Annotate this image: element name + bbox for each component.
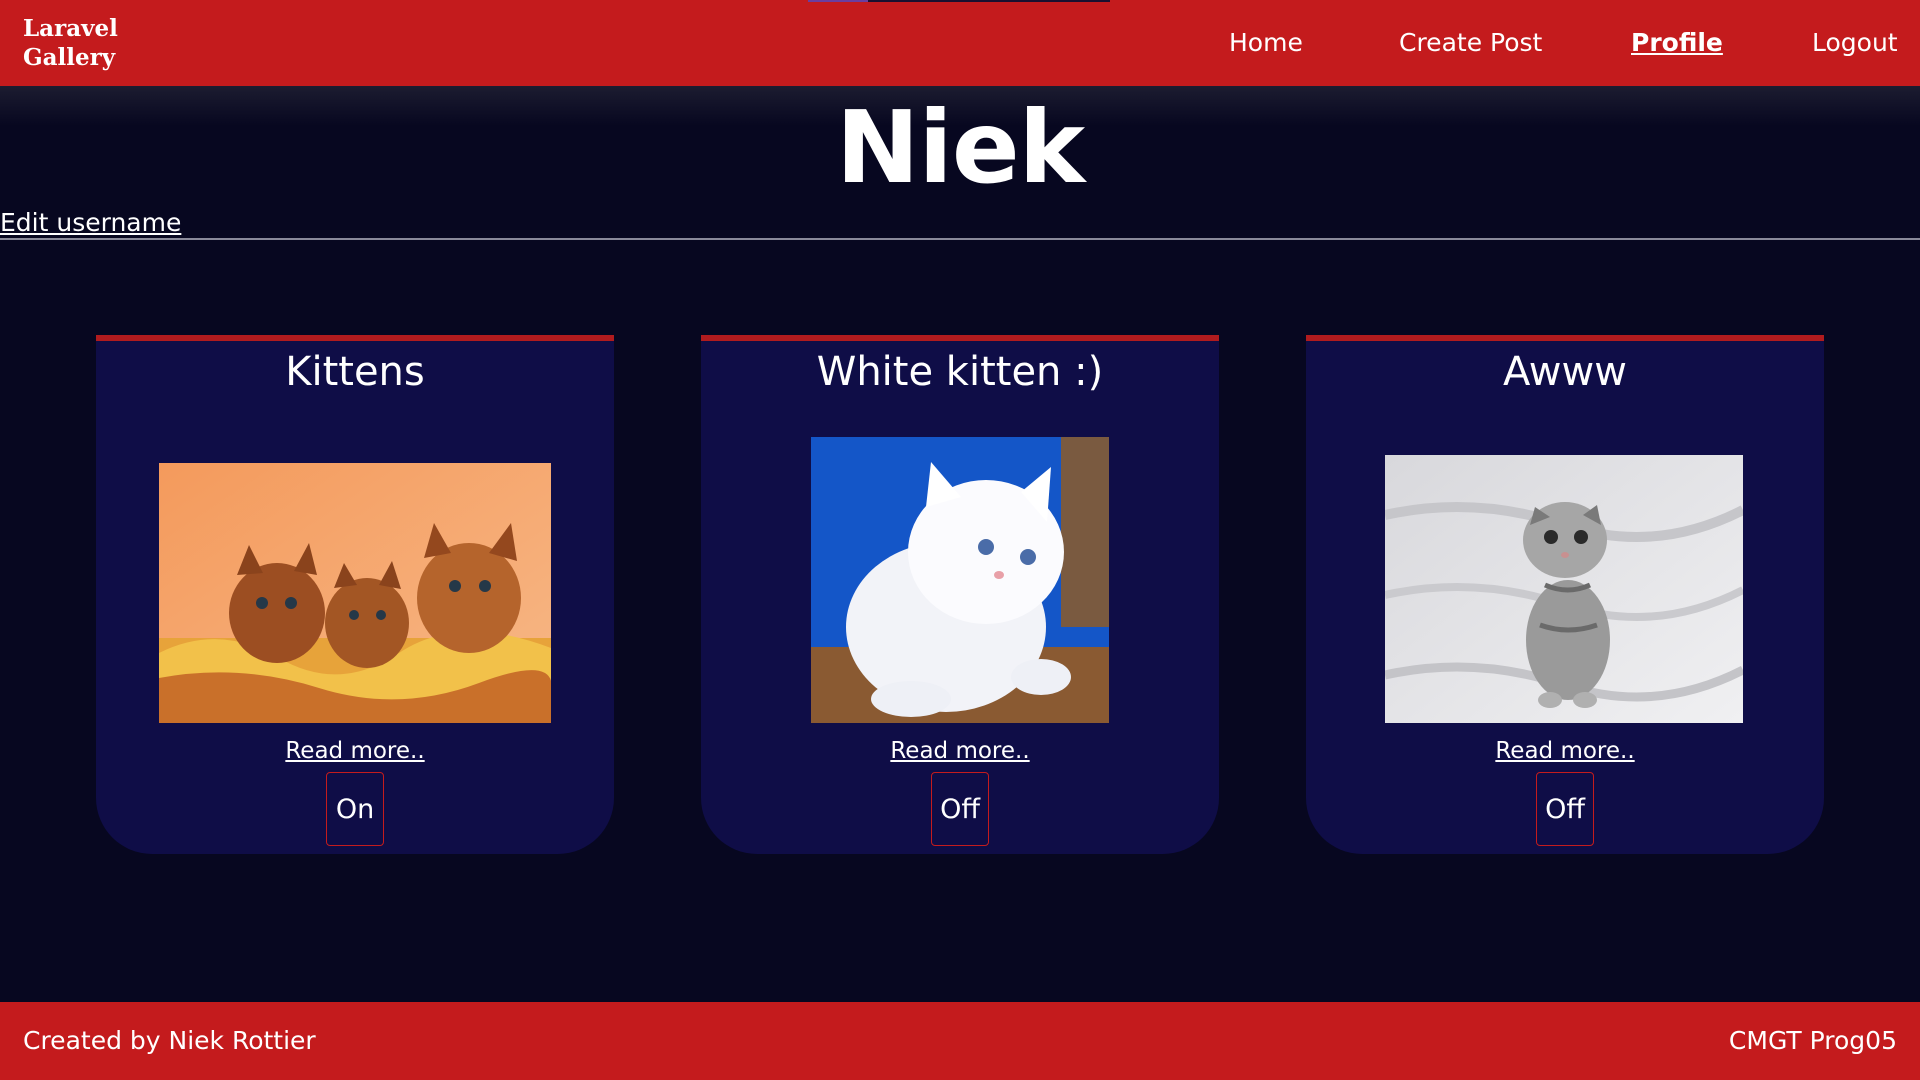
edit-username-link[interactable]: Edit username <box>0 208 181 238</box>
toggle-button[interactable]: Off <box>931 772 989 846</box>
nav-home-link[interactable]: Home <box>1229 27 1303 59</box>
footer-credit: Created by Niek Rottier <box>23 1026 316 1055</box>
toggle-button[interactable]: Off <box>1536 772 1594 846</box>
read-more-link[interactable]: Read more.. <box>96 736 614 766</box>
toggle-button[interactable]: On <box>326 772 384 846</box>
kittens-image <box>159 463 551 723</box>
grey-kitten-photo[interactable] <box>1385 455 1743 723</box>
post-title: Awww <box>1503 349 1627 395</box>
post-card-white-kitten: White kitten :) Read more.. Off <box>701 335 1219 854</box>
white-kitten-image <box>811 437 1109 723</box>
nav-create-post-link[interactable]: Create Post <box>1399 27 1542 59</box>
read-more-link[interactable]: Read more.. <box>1306 736 1824 766</box>
profile-divider <box>0 238 1920 240</box>
post-title: White kitten :) <box>816 349 1104 395</box>
footer-course: CMGT Prog05 <box>1728 1026 1897 1055</box>
kittens-photo[interactable] <box>159 463 551 723</box>
post-card-awww: Awww Read more.. Off <box>1306 335 1824 854</box>
main-nav: Home Create Post Profile Logout <box>0 0 1920 86</box>
white-kitten-photo[interactable] <box>811 437 1109 723</box>
post-title: Kittens <box>285 349 425 395</box>
navbar: Laravel Gallery Home Create Post Profile… <box>0 0 1920 86</box>
read-more-link[interactable]: Read more.. <box>701 736 1219 766</box>
post-card-kittens: Kittens Read more.. On <box>96 335 614 854</box>
nav-logout-link[interactable]: Logout <box>1812 27 1898 59</box>
footer: Created by Niek Rottier CMGT Prog05 <box>0 1002 1920 1080</box>
grey-kitten-image <box>1385 455 1743 723</box>
profile-username: Niek <box>835 89 1085 206</box>
nav-profile-link[interactable]: Profile <box>1631 27 1723 59</box>
